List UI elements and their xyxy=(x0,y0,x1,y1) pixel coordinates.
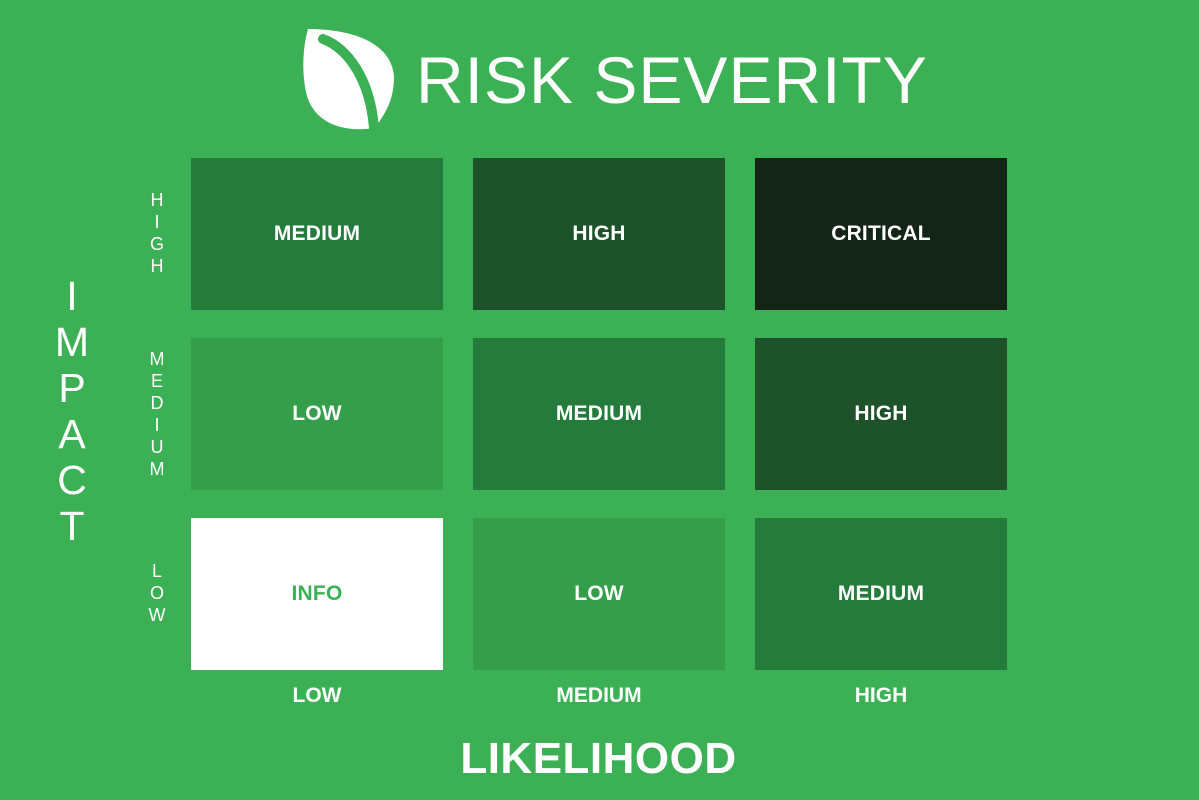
impact-axis-label: IMPACT xyxy=(47,276,97,552)
column-label-high: HIGH xyxy=(854,684,908,707)
page-title: RISK SEVERITY xyxy=(416,43,928,117)
cell-high-impact-medium-likelihood: HIGH xyxy=(473,158,725,310)
leaf-icon xyxy=(303,29,394,133)
vertical-label-character: P xyxy=(58,365,86,411)
vertical-label-character: I xyxy=(154,212,160,232)
vertical-label-character: D xyxy=(150,393,164,413)
cell-medium-impact-high-likelihood: HIGH xyxy=(755,338,1007,490)
cell-medium-impact-medium-likelihood: MEDIUM xyxy=(473,338,725,490)
vertical-label-character: O xyxy=(149,583,164,603)
cell-high-impact-high-likelihood: CRITICAL xyxy=(755,158,1007,310)
cell-low-impact-high-likelihood: MEDIUM xyxy=(755,518,1007,670)
column-label-medium: MEDIUM xyxy=(556,684,642,707)
vertical-label-character: A xyxy=(58,411,86,457)
vertical-label-character: C xyxy=(57,457,87,503)
column-label-low: LOW xyxy=(292,684,342,707)
likelihood-axis-label: LIKELIHOOD xyxy=(460,734,737,783)
vertical-label-character: H xyxy=(150,256,164,276)
vertical-label-character: L xyxy=(151,561,162,581)
vertical-label-character: M xyxy=(149,349,165,369)
vertical-label-character: T xyxy=(59,503,85,549)
row-label-high: HIGH xyxy=(145,191,169,279)
title-area: RISK SEVERITY xyxy=(300,24,928,136)
vertical-label-character: W xyxy=(148,605,166,625)
vertical-label-character: I xyxy=(66,273,78,319)
cell-low-impact-medium-likelihood: LOW xyxy=(473,518,725,670)
vertical-label-character: E xyxy=(150,371,163,391)
vertical-label-character: U xyxy=(150,437,164,457)
row-label-medium: MEDIUM xyxy=(145,350,169,482)
cell-high-impact-low-likelihood: MEDIUM xyxy=(191,158,443,310)
vertical-label-character: M xyxy=(149,459,165,479)
vertical-label-character: G xyxy=(149,234,164,254)
row-label-low: LOW xyxy=(145,562,169,628)
cell-low-impact-low-likelihood: INFO xyxy=(191,518,443,670)
vertical-label-character: I xyxy=(154,415,160,435)
vertical-label-character: M xyxy=(54,319,90,365)
cell-medium-impact-low-likelihood: LOW xyxy=(191,338,443,490)
vertical-label-character: H xyxy=(150,190,164,210)
